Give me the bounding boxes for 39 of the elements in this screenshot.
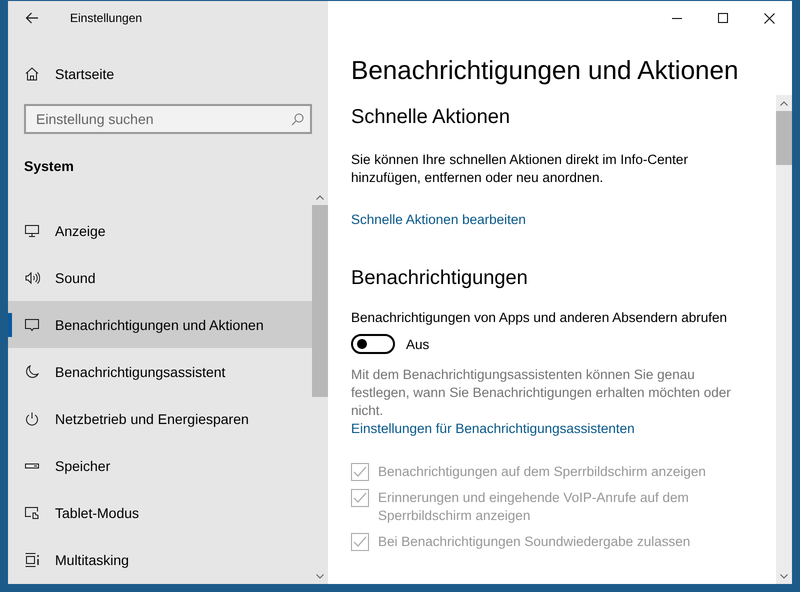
back-arrow-icon bbox=[25, 12, 39, 24]
scrollbar-thumb[interactable] bbox=[312, 205, 328, 397]
sidebar-item[interactable]: Anzeige bbox=[8, 207, 312, 254]
checkbox-label: Bei Benachrichtigungen Soundwiedergabe zulassen bbox=[378, 533, 690, 551]
sidebar-item[interactable]: Multitasking bbox=[8, 536, 312, 584]
sidebar-item[interactable]: Netzbetrieb und Energiesparen bbox=[8, 396, 312, 443]
sidebar-item[interactable]: Sound bbox=[8, 254, 312, 302]
moon-icon bbox=[24, 364, 40, 380]
sound-icon bbox=[24, 270, 40, 286]
notification-icon bbox=[24, 316, 40, 333]
close-icon bbox=[764, 12, 774, 24]
power-icon bbox=[24, 411, 40, 428]
window-title: Einstellungen bbox=[70, 11, 142, 25]
section-heading: System bbox=[24, 158, 75, 176]
home-icon bbox=[24, 66, 40, 82]
focus-assist-link[interactable]: Einstellungen für Benachrichtigungsassistenten bbox=[351, 421, 635, 436]
sidebar-item[interactable]: Benachrichtigungen und Aktionen bbox=[8, 301, 312, 348]
search-field[interactable]: Einstellung suchen bbox=[24, 104, 312, 134]
description-text: Mit dem Benachrichtigungsassistenten können Sie genau festlegen, wann Sie Benachrichtigungen erhalten möchten oder nicht. bbox=[351, 366, 732, 420]
tablet-icon bbox=[24, 505, 40, 522]
toggle-state: Aus bbox=[406, 336, 430, 352]
multitasking-icon bbox=[24, 552, 40, 568]
checkbox-label: Erinnerungen und eingehende VoIP-Anrufe auf dem Sperrbildschirm anzeigen bbox=[378, 489, 690, 525]
search-icon bbox=[291, 113, 304, 126]
display-icon bbox=[24, 222, 40, 239]
section-heading: Schnelle Aktionen bbox=[351, 106, 512, 129]
section-heading: Benachrichtigungen bbox=[351, 267, 529, 290]
toggle-label: Benachrichtigungen von Apps und anderen Absendern abrufen bbox=[351, 309, 728, 327]
description-text: Sie können Ihre schnellen Aktionen direkt im Info-Center hinzufügen, entfernen oder neu anordnen. bbox=[351, 151, 689, 187]
sidebar-item[interactable]: Benachrichtigungsassistent bbox=[8, 348, 312, 396]
toggle-switch[interactable] bbox=[351, 334, 395, 354]
home-item[interactable]: Startseite bbox=[8, 50, 328, 98]
maximize-icon bbox=[718, 13, 728, 23]
sidebar-item[interactable]: Tablet-Modus bbox=[8, 490, 312, 537]
page-title: Benachrichtigungen und Aktionen bbox=[351, 55, 740, 87]
sidebar-item[interactable]: Speicher bbox=[8, 442, 312, 490]
checkbox-label: Benachrichtigungen auf dem Sperrbildschirm anzeigen bbox=[378, 463, 706, 481]
edit-quick-actions-link[interactable]: Schnelle Aktionen bearbeiten bbox=[351, 212, 526, 227]
scrollbar-thumb[interactable] bbox=[776, 111, 792, 165]
